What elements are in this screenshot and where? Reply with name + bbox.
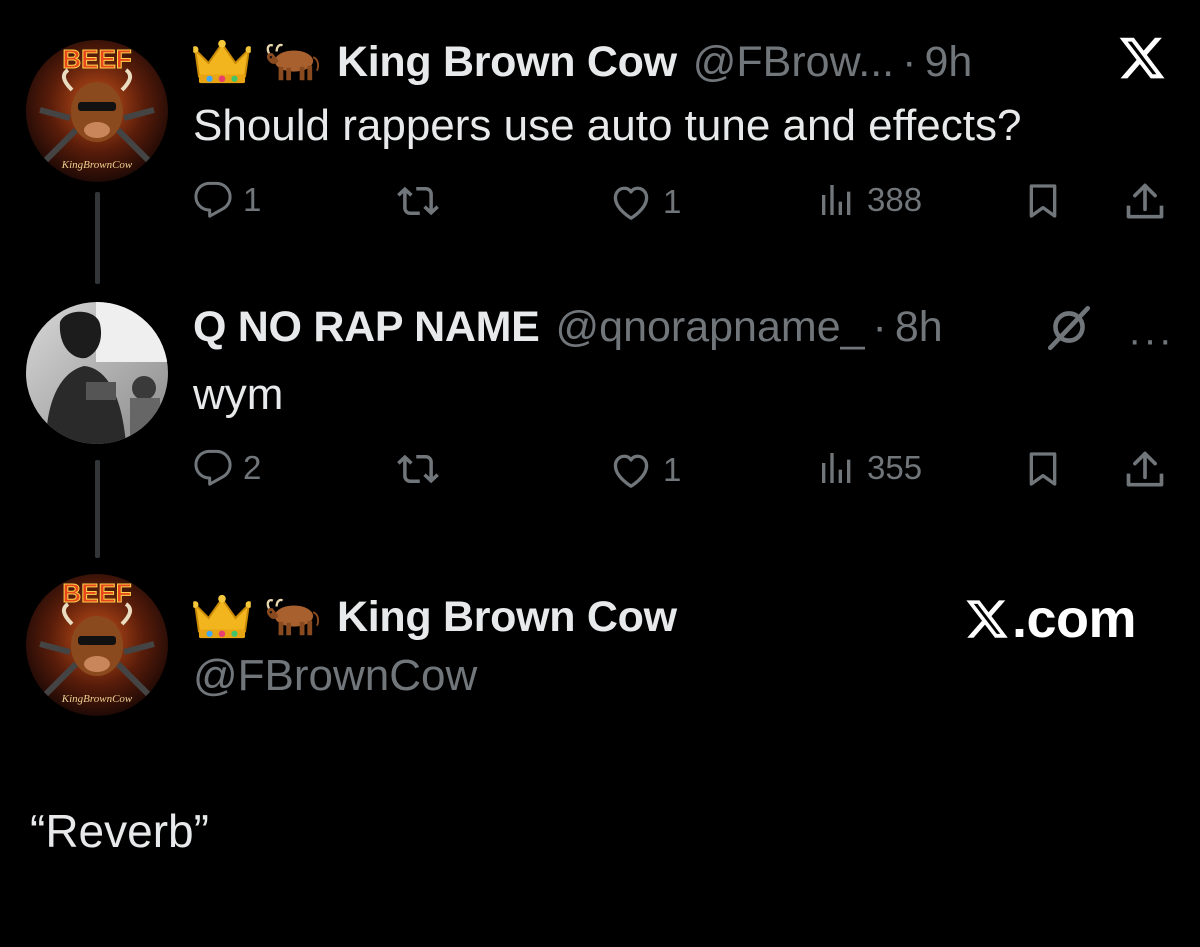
- tweet2-header: Q NO RAP NAME @qnorapname_ · 8h: [193, 306, 943, 349]
- avatar-caption-text: KingBrownCow: [61, 159, 133, 171]
- thread-line: [95, 460, 100, 558]
- views-icon: [817, 180, 857, 220]
- bookmark-button[interactable]: [1023, 180, 1063, 222]
- x-logo-icon: [1115, 33, 1169, 83]
- reply-button[interactable]: 2: [193, 448, 261, 488]
- avatar-caption-text: KingBrownCow: [61, 693, 133, 705]
- views-button[interactable]: 355: [817, 448, 922, 488]
- view-count: 388: [867, 181, 923, 218]
- share-icon: [1123, 180, 1167, 224]
- ox-emoji-icon: [263, 593, 321, 641]
- like-button[interactable]: 1: [609, 448, 681, 492]
- ox-emoji-icon: [263, 38, 321, 86]
- x-logo-icon: [962, 596, 1012, 642]
- repost-button[interactable]: [397, 180, 449, 222]
- tweet-text: wym: [193, 370, 284, 419]
- display-name[interactable]: Q NO RAP NAME: [193, 306, 540, 349]
- display-name[interactable]: King Brown Cow: [337, 40, 677, 84]
- bookmark-icon: [1023, 180, 1063, 222]
- caption-text: “Reverb”: [30, 805, 209, 857]
- repost-button[interactable]: [397, 448, 449, 490]
- repost-icon: [397, 180, 439, 222]
- share-button[interactable]: [1123, 448, 1167, 492]
- reply-count: 2: [243, 449, 262, 486]
- thread-line: [95, 192, 100, 284]
- crown-emoji-icon: [193, 593, 251, 641]
- reply-count: 1: [243, 181, 262, 218]
- grok-icon[interactable]: [1044, 302, 1094, 352]
- reply-icon: [193, 180, 233, 220]
- separator-dot: ·: [902, 37, 917, 86]
- user-handle[interactable]: @FBrow...: [693, 40, 894, 84]
- repost-icon: [397, 448, 439, 490]
- tweet1-actions: 1 1 388: [193, 180, 1173, 230]
- brand-suffix: .com: [1012, 589, 1137, 649]
- x-com-brand: .com: [962, 588, 1137, 650]
- avatar-beef-text: BEEF: [62, 578, 131, 608]
- avatar-beef-text: BEEF: [62, 44, 131, 74]
- timestamp[interactable]: 9h: [924, 40, 972, 84]
- avatar-king-brown-cow[interactable]: BEEF KingBrownCow: [26, 574, 168, 716]
- share-button[interactable]: [1123, 180, 1167, 224]
- timestamp[interactable]: 8h: [895, 306, 943, 349]
- view-count: 355: [867, 449, 923, 486]
- bookmark-icon: [1023, 448, 1063, 490]
- like-button[interactable]: 1: [609, 180, 681, 224]
- views-button[interactable]: 388: [817, 180, 922, 220]
- more-options-icon[interactable]: ···: [1128, 318, 1174, 363]
- user-handle[interactable]: @FBrownCow: [193, 654, 477, 698]
- separator-dot: ·: [872, 303, 887, 351]
- share-icon: [1123, 448, 1167, 492]
- heart-icon: [609, 180, 653, 224]
- like-count: 1: [663, 183, 682, 220]
- like-count: 1: [663, 451, 682, 488]
- reply-button[interactable]: 1: [193, 180, 261, 220]
- crown-emoji-icon: [193, 38, 251, 86]
- tweet1-header: King Brown Cow @FBrow... · 9h: [193, 38, 972, 86]
- tweet3-header: King Brown Cow: [193, 593, 677, 641]
- bookmark-button[interactable]: [1023, 448, 1063, 490]
- user-handle[interactable]: @qnorapname_: [556, 306, 865, 349]
- tweet2-actions: 2 1 355: [193, 448, 1173, 498]
- tweet-text: Should rappers use auto tune and effects…: [193, 101, 1022, 150]
- avatar-q-no-rap-name[interactable]: [26, 302, 168, 444]
- avatar-king-brown-cow[interactable]: BEEF KingBrownCow: [26, 40, 168, 182]
- display-name[interactable]: King Brown Cow: [337, 595, 677, 639]
- views-icon: [817, 448, 857, 488]
- reply-icon: [193, 448, 233, 488]
- heart-icon: [609, 448, 653, 492]
